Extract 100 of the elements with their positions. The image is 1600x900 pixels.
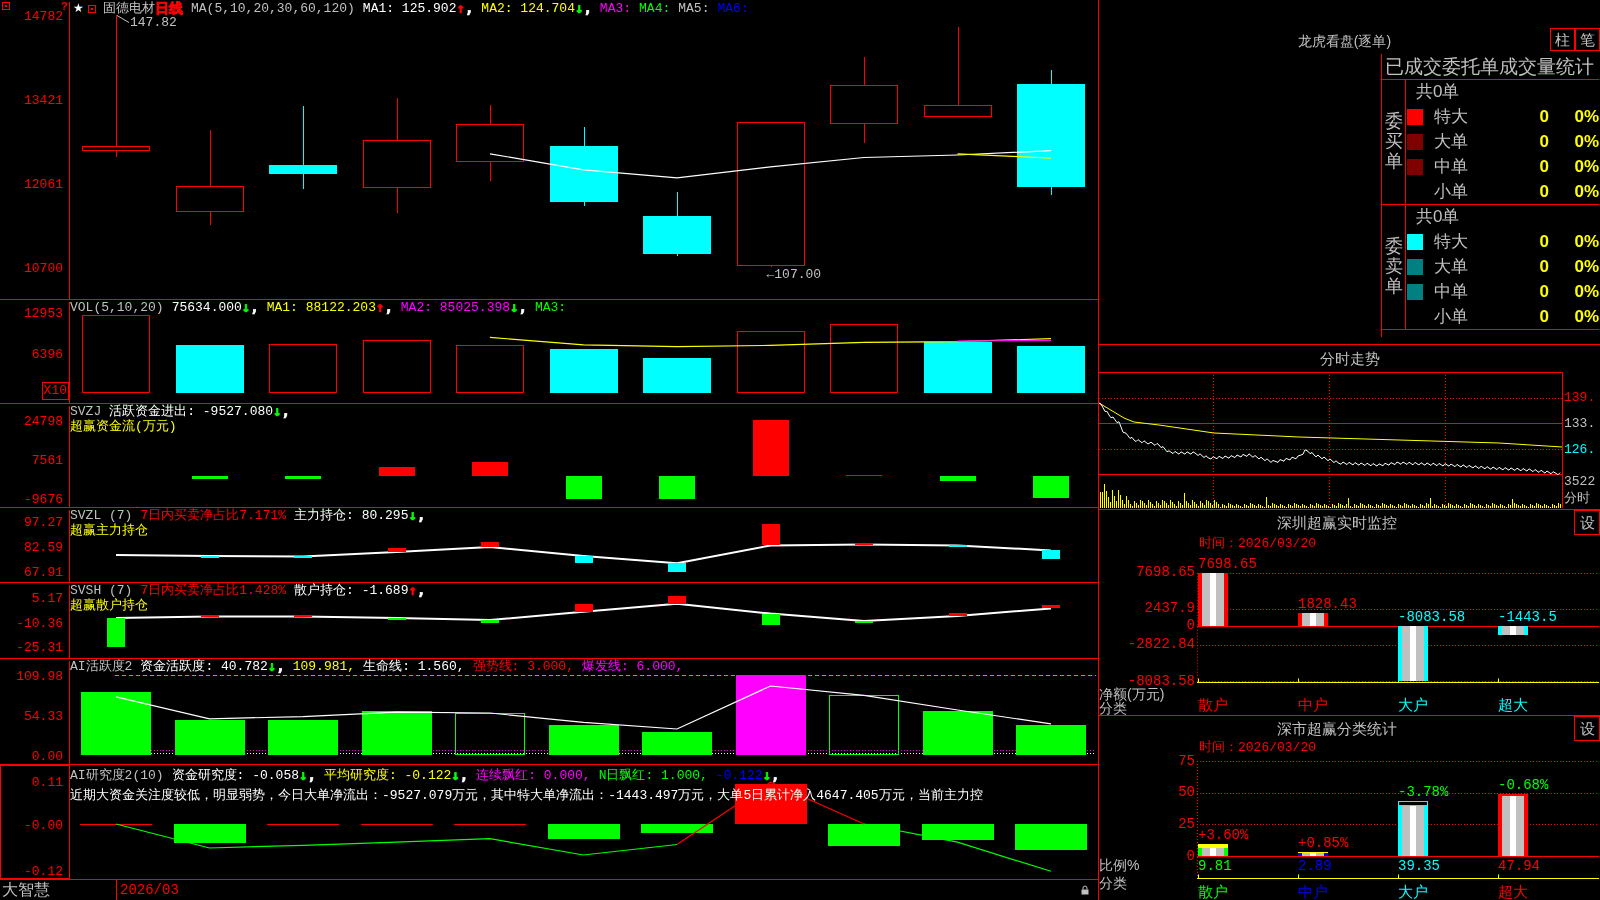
change-label: +0.85% (1298, 836, 1349, 851)
chart-bar (828, 824, 900, 846)
category-label: 散户 (1198, 884, 1228, 900)
lock-icon (1081, 885, 1089, 895)
axis-label: -0.00 (24, 818, 63, 833)
legend-text: MA2: 85025.398 (400, 300, 511, 315)
legend-text: 活跃资金进出: -9527.080 (109, 404, 274, 419)
legend-text: , (416, 508, 426, 523)
axis-label: -2822.84 (1127, 637, 1195, 653)
order-total: 共0单 (1416, 207, 1460, 227)
category-label: 中户 (1298, 884, 1328, 900)
axis-label: 97.27 (24, 515, 63, 530)
axis-label: 109.98 (16, 669, 63, 684)
view-button[interactable]: 柱 (1550, 28, 1575, 51)
axis-label: -10.36 (16, 616, 63, 631)
order-size-label: 特大 (1434, 231, 1468, 252)
order-size-label: 中单 (1434, 281, 1468, 302)
legend-text: ↓ (574, 1, 584, 16)
chart-bar (1016, 725, 1086, 755)
legend-text: 平均研究度: -0.122 (323, 767, 452, 783)
chart-bar (455, 713, 525, 755)
value-label: -8083.58 (1398, 609, 1466, 625)
legend-text: ↓ (273, 404, 282, 419)
legend-text: SVZJ (70, 404, 102, 419)
axis-label: 126. (1564, 442, 1596, 458)
view-button[interactable]: 笔 (1575, 28, 1600, 51)
value-label: 1828.43 (1298, 596, 1357, 612)
chart-bar (924, 342, 992, 393)
date-label: 时间：2026/03/20 (1199, 537, 1316, 551)
legend-text: MA3: (534, 300, 567, 315)
axis-label: 7698.65 (1136, 565, 1195, 581)
category-label: 超大 (1498, 884, 1528, 900)
axis-title: 分类 (1099, 701, 1127, 715)
chart-bar (550, 349, 618, 393)
chart-bar (923, 711, 993, 755)
legend-text: 强势线: 3.000, (472, 659, 574, 674)
chart-bar (949, 613, 967, 616)
legend-text: , (518, 300, 527, 315)
order-count: 0 (1539, 131, 1549, 152)
axis-label: 139. (1564, 390, 1596, 406)
axis-label: 12953 (24, 307, 63, 322)
legend-text: 散户持仓: -1.689 (294, 583, 409, 598)
chart-bar (566, 476, 602, 499)
legend-text: 连续飘红: 0.000, (476, 767, 591, 783)
order-size-label: 大单 (1434, 131, 1468, 152)
order-size-label: 中单 (1434, 156, 1468, 177)
category-label: 大户 (1398, 697, 1428, 713)
legend-text: 超赢资金流(万元) (70, 419, 177, 434)
legend-text: MA1: 88122.203 (266, 300, 376, 315)
legend-text: MA3: (599, 1, 632, 16)
candlestick (643, 191, 711, 257)
chart-bar (1298, 613, 1328, 626)
axis-label: 分时 (1564, 491, 1590, 507)
axis-label: 12061 (24, 177, 63, 192)
settings-button[interactable]: 设 (1574, 510, 1600, 535)
axis-title: 比例% (1099, 858, 1140, 872)
legend-text: 超赢主力持仓 (70, 523, 148, 538)
order-percent: 0% (1574, 181, 1599, 202)
axis-label: -9676 (24, 492, 63, 507)
settings-button[interactable]: 设 (1574, 716, 1600, 741)
legend-text: , (583, 1, 592, 16)
value-label: 9.81 (1198, 859, 1232, 874)
order-percent: 0% (1574, 106, 1599, 127)
value-label: -1443.5 (1498, 609, 1557, 625)
legend-text: ↑ (408, 583, 417, 598)
legend-text: ↓ (451, 767, 460, 783)
chart-bar (379, 467, 415, 476)
axis-label: 5.17 (31, 591, 63, 606)
value-label: 47.94 (1498, 859, 1540, 874)
order-size-label: 小单 (1434, 181, 1468, 202)
panel-title: 深市超赢分类统计 (1276, 719, 1397, 738)
axis-title: 净额(万元) (1099, 687, 1165, 701)
chart-bar (481, 620, 499, 623)
axis-label: -8083.58 (1127, 673, 1195, 689)
chart-bar (175, 720, 245, 755)
legend-text: MA5: (678, 1, 710, 16)
legend-text: , (464, 1, 474, 16)
chart-bar (575, 556, 593, 563)
legend-text: MA6: (717, 1, 749, 16)
axis-label: 10700 (24, 262, 63, 276)
change-label: -3.78% (1398, 785, 1449, 800)
chart-bar (1498, 626, 1528, 635)
change-label: +3.60% (1198, 828, 1249, 843)
order-size-label: 大单 (1434, 256, 1468, 277)
panel-title: 龙虎看盘(逐单) (1297, 33, 1392, 49)
legend-text: , (307, 767, 316, 783)
order-count: 0 (1539, 106, 1549, 127)
order-count: 0 (1539, 156, 1549, 177)
legend-text: , (250, 300, 259, 315)
chart-bar (762, 614, 780, 625)
value-label: 7698.65 (1198, 556, 1257, 572)
axis-label: 14782 (24, 9, 63, 24)
chart-bar (762, 524, 780, 545)
order-count: 0 (1539, 231, 1549, 252)
axis-label: 13421 (24, 93, 63, 108)
legend-text: ↓ (267, 659, 277, 674)
chart-bar (940, 476, 976, 481)
order-size-label: 小单 (1434, 306, 1468, 327)
legend-text: 109.981, (292, 659, 356, 674)
axis-label: 6396 (31, 348, 63, 362)
